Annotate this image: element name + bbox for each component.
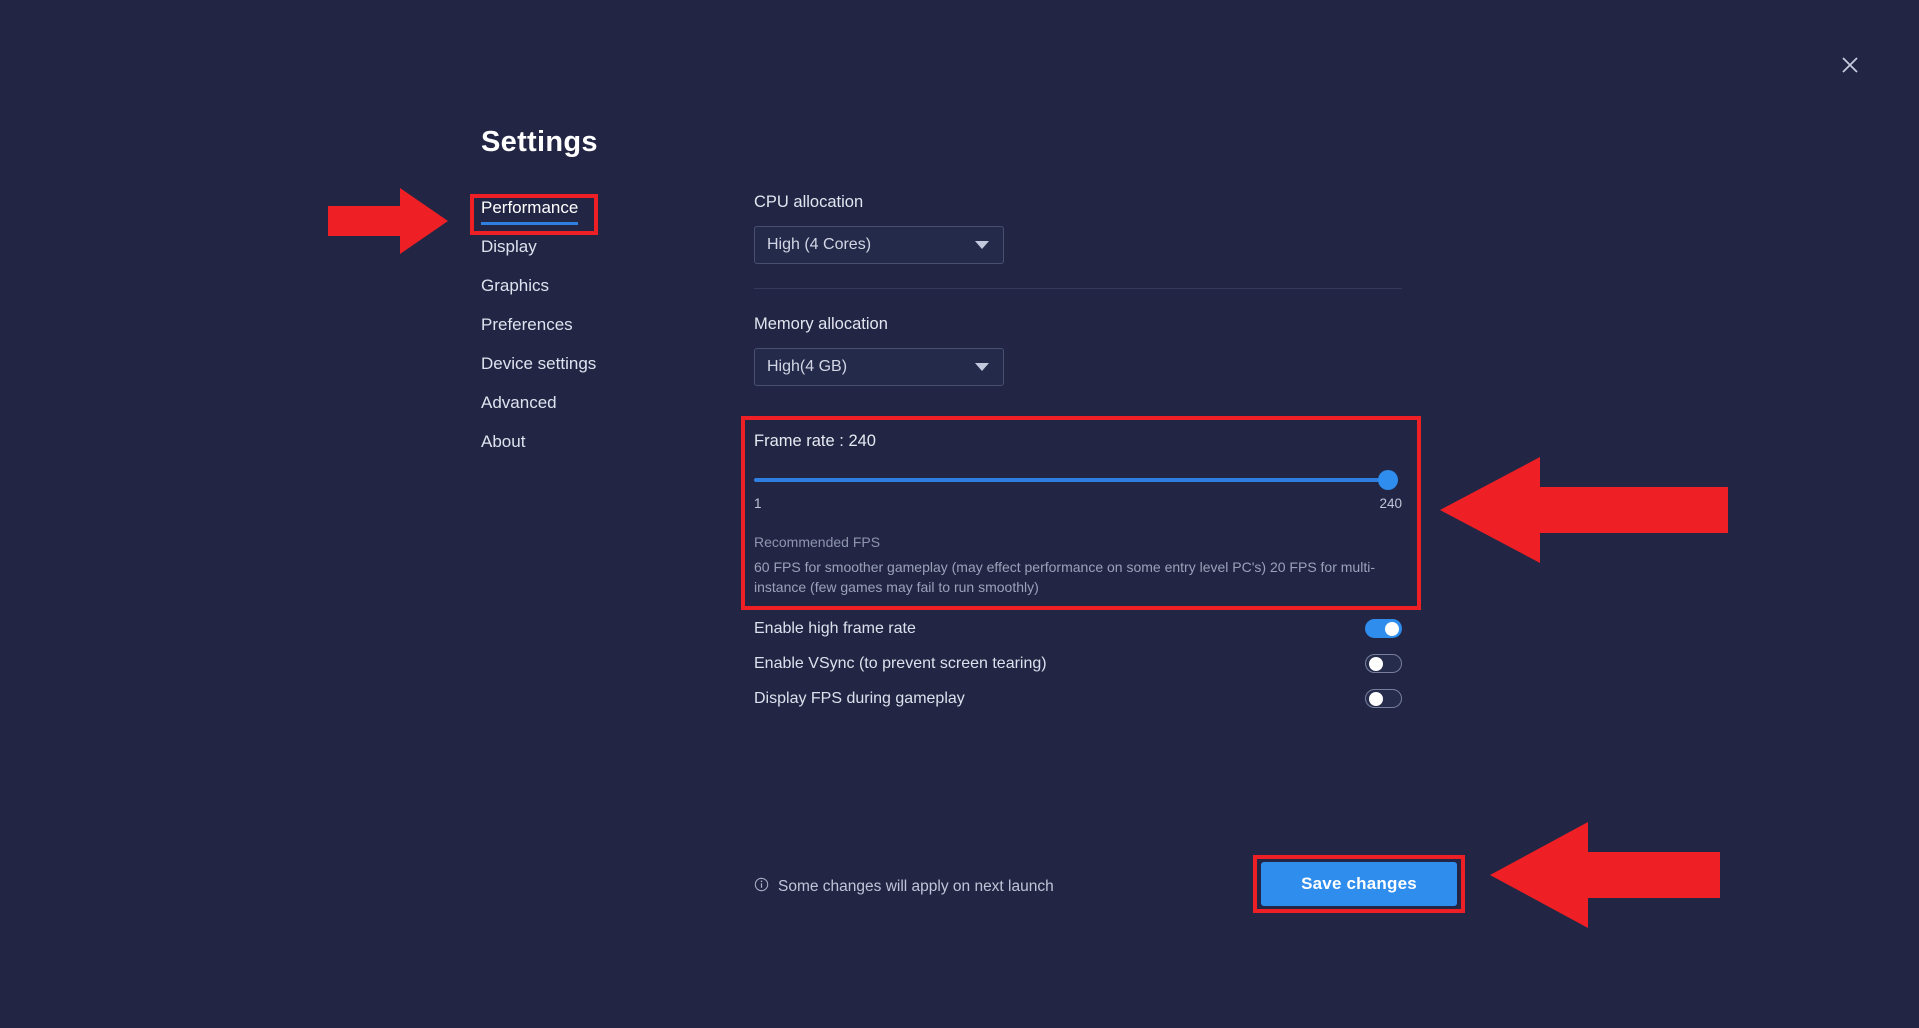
recommended-fps-body: 60 FPS for smoother gameplay (may effect… bbox=[754, 557, 1394, 597]
toggle-label-high-frame-rate: Enable high frame rate bbox=[754, 620, 916, 638]
memory-allocation-value: High(4 GB) bbox=[767, 358, 847, 376]
close-button[interactable] bbox=[1832, 47, 1868, 83]
sidebar-item-label: Device settings bbox=[481, 354, 596, 373]
section-divider bbox=[754, 288, 1402, 289]
chevron-down-icon bbox=[975, 363, 989, 371]
slider-min-label: 1 bbox=[754, 496, 762, 511]
toggle-row-display-fps: Display FPS during gameplay bbox=[754, 681, 1402, 716]
sidebar-item-display[interactable]: Display bbox=[481, 236, 537, 275]
cpu-allocation-value: High (4 Cores) bbox=[767, 236, 871, 254]
sidebar-item-label: About bbox=[481, 432, 525, 451]
toggle-display-fps[interactable] bbox=[1365, 689, 1402, 708]
toggle-knob bbox=[1385, 622, 1399, 636]
footer-note-text: Some changes will apply on next launch bbox=[778, 878, 1054, 896]
sidebar-item-device-settings[interactable]: Device settings bbox=[481, 353, 596, 392]
sidebar-item-label: Display bbox=[481, 237, 537, 256]
settings-sidebar: Performance Display Graphics Preferences… bbox=[481, 197, 691, 470]
slider-thumb[interactable] bbox=[1378, 470, 1398, 490]
toggle-label-display-fps: Display FPS during gameplay bbox=[754, 690, 965, 708]
chevron-down-icon bbox=[975, 241, 989, 249]
page-title: Settings bbox=[481, 126, 598, 159]
memory-allocation-select[interactable]: High(4 GB) bbox=[754, 348, 1004, 386]
sidebar-item-label: Advanced bbox=[481, 393, 557, 412]
sidebar-item-about[interactable]: About bbox=[481, 431, 525, 470]
sidebar-item-label: Performance bbox=[481, 198, 578, 217]
sidebar-item-preferences[interactable]: Preferences bbox=[481, 314, 573, 353]
cpu-allocation-select[interactable]: High (4 Cores) bbox=[754, 226, 1004, 264]
slider-max-label: 240 bbox=[1379, 496, 1402, 511]
footer-info-note: Some changes will apply on next launch bbox=[754, 877, 1054, 897]
sidebar-item-label: Preferences bbox=[481, 315, 573, 334]
toggle-vsync[interactable] bbox=[1365, 654, 1402, 673]
frame-rate-slider[interactable] bbox=[754, 470, 1402, 490]
toggle-row-vsync: Enable VSync (to prevent screen tearing) bbox=[754, 646, 1402, 681]
memory-allocation-label: Memory allocation bbox=[754, 315, 1402, 334]
sidebar-item-advanced[interactable]: Advanced bbox=[481, 392, 557, 431]
active-underline bbox=[481, 222, 578, 225]
annotation-arrow-right-performance bbox=[328, 186, 450, 261]
toggle-knob bbox=[1369, 692, 1383, 706]
frame-rate-section: Frame rate : 240 1 240 Recommended FPS 6… bbox=[754, 416, 1402, 646]
settings-content-panel: CPU allocation High (4 Cores) Memory all… bbox=[754, 193, 1402, 716]
info-circle-icon bbox=[754, 877, 769, 897]
sidebar-item-graphics[interactable]: Graphics bbox=[481, 275, 549, 314]
close-icon bbox=[1840, 55, 1860, 75]
save-changes-button[interactable]: Save changes bbox=[1261, 862, 1457, 906]
cpu-allocation-label: CPU allocation bbox=[754, 193, 1402, 212]
slider-track[interactable] bbox=[754, 478, 1394, 482]
sidebar-item-label: Graphics bbox=[481, 276, 549, 295]
memory-allocation-field: Memory allocation High(4 GB) bbox=[754, 315, 1402, 386]
toggle-row-high-frame-rate: Enable high frame rate bbox=[754, 611, 1402, 646]
slider-scale: 1 240 bbox=[754, 496, 1402, 511]
cpu-allocation-field: CPU allocation High (4 Cores) bbox=[754, 193, 1402, 264]
recommended-fps-title: Recommended FPS bbox=[754, 534, 1402, 550]
annotation-arrow-left-frame-rate bbox=[1438, 455, 1728, 570]
toggle-label-vsync: Enable VSync (to prevent screen tearing) bbox=[754, 655, 1047, 673]
annotation-arrow-left-save-changes bbox=[1488, 820, 1720, 935]
toggle-high-frame-rate[interactable] bbox=[1365, 619, 1402, 638]
frame-rate-title: Frame rate : 240 bbox=[754, 432, 1402, 451]
toggle-knob bbox=[1369, 657, 1383, 671]
sidebar-item-performance[interactable]: Performance bbox=[481, 197, 578, 236]
